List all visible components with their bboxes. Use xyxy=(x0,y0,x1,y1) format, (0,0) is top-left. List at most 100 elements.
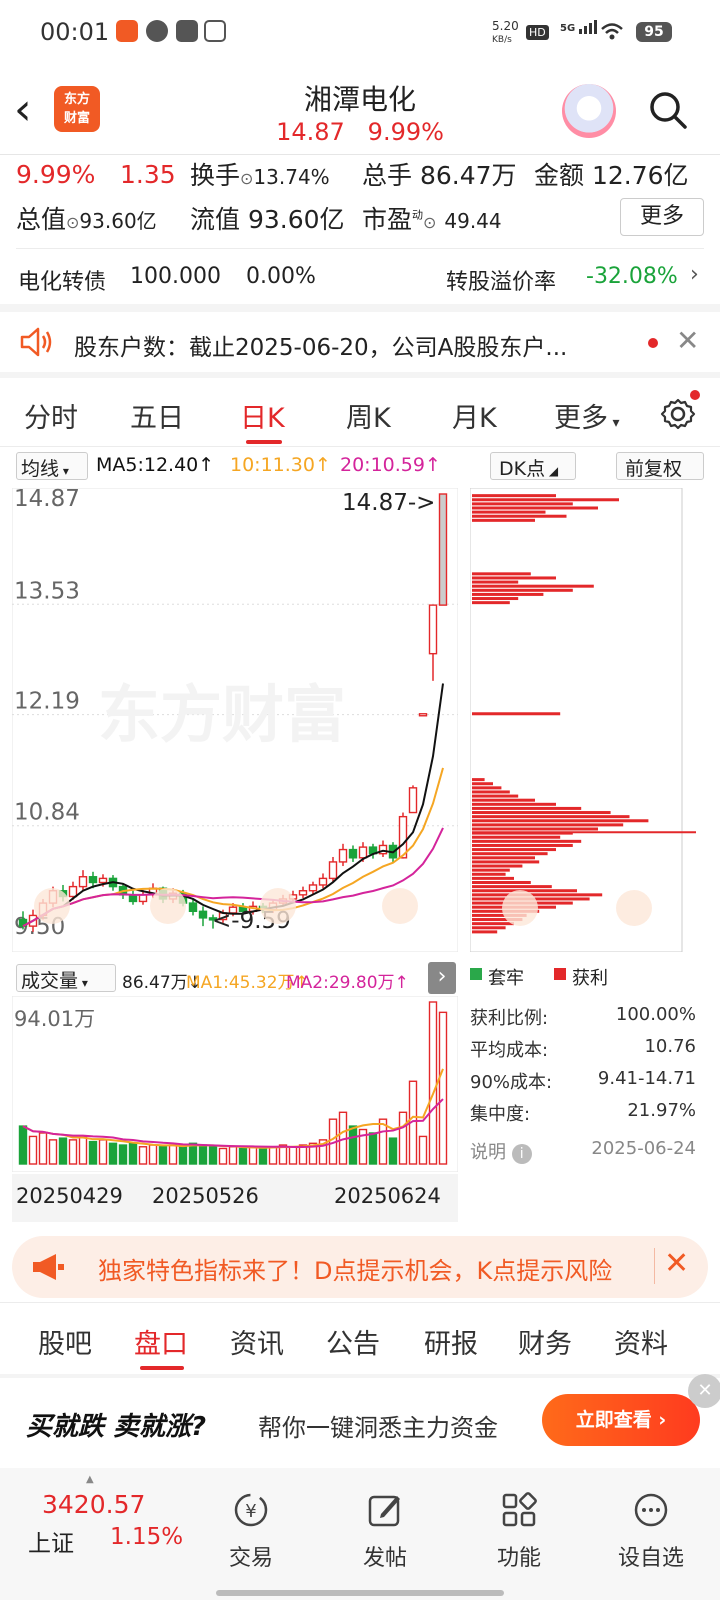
convertible-bond-row[interactable]: 电化转债 100.000 0.00% 转股溢价率 -32.08% › xyxy=(0,250,720,304)
volume-bar xyxy=(138,1146,148,1165)
tab-announcements[interactable]: 公告 xyxy=(326,1322,380,1361)
candle-body xyxy=(98,877,108,884)
tab-finance[interactable]: 财务 xyxy=(518,1322,572,1361)
search-icon[interactable] xyxy=(648,90,688,130)
volume-bar xyxy=(128,1142,138,1165)
volume-select[interactable]: 成交量 ▾ xyxy=(16,964,116,992)
note-label[interactable]: 说明 i xyxy=(470,1138,532,1164)
nav-label: 设自选 xyxy=(617,1546,684,1571)
chip-bar xyxy=(472,514,567,518)
svg-text:¥: ¥ xyxy=(245,1501,256,1522)
adjust-select[interactable]: 前复权 xyxy=(616,452,704,480)
mail-icon xyxy=(176,20,198,42)
tab-weekly-k[interactable]: 周K xyxy=(346,396,391,435)
index-pct: 1.15% xyxy=(110,1524,184,1550)
volume-bar xyxy=(118,1144,128,1165)
chip-bar xyxy=(472,885,552,889)
date-label: 20250526 xyxy=(152,1184,259,1208)
app-notification-icon xyxy=(146,20,168,42)
kline-chart[interactable]: 东方财富14.8713.5312.1910.849.5014.87-><-9.5… xyxy=(12,488,458,952)
chip-bar xyxy=(472,827,598,831)
bond-pct: 0.00% xyxy=(246,264,316,289)
info-icon[interactable]: ⊙ xyxy=(66,213,79,232)
cost90-label: 90%成本: xyxy=(470,1072,553,1093)
chip-bar xyxy=(472,518,535,522)
candle-body xyxy=(348,848,358,859)
close-icon[interactable]: ✕ xyxy=(688,1374,720,1408)
divider xyxy=(0,1374,720,1378)
notice-bar[interactable]: 股东户数：截止2025-06-20，公司A股股东户... ✕ xyxy=(0,310,720,374)
candle-body xyxy=(88,876,98,884)
tab-daily-k[interactable]: 日K xyxy=(240,396,285,435)
expand-arrow-icon[interactable]: › xyxy=(428,962,456,994)
index-ticker[interactable]: ▲ 3420.57 上证 1.15% xyxy=(20,1468,190,1578)
nav-trade[interactable]: ¥ 交易 xyxy=(206,1478,296,1572)
ad-view-button[interactable]: 立即查看 › xyxy=(542,1394,700,1446)
tab-intraday[interactable]: 分时 xyxy=(24,396,78,435)
chip-bar xyxy=(472,835,561,839)
chip-bar xyxy=(472,856,535,860)
premium-value: -32.08% xyxy=(586,264,678,289)
scroll-left-button xyxy=(502,890,538,926)
date-axis: 20250429 20250526 20250624 xyxy=(12,1174,458,1222)
date-label: 20250429 xyxy=(16,1184,123,1208)
nav-label: 功能 xyxy=(496,1546,541,1571)
info-icon[interactable]: i xyxy=(511,1144,532,1164)
index-value: 3420.57 xyxy=(42,1490,146,1519)
chip-bar xyxy=(472,597,519,601)
tab-guba[interactable]: 股吧 xyxy=(38,1322,92,1361)
turnover-value: 13.74% xyxy=(253,165,330,189)
tab-pankou[interactable]: 盘口 xyxy=(134,1322,188,1361)
chip-bar xyxy=(472,880,531,884)
volume-chart[interactable]: 94.01万 xyxy=(12,996,458,1172)
info-icon[interactable]: ⊙ xyxy=(423,213,436,232)
active-tab-underline xyxy=(140,1366,184,1370)
chip-bar xyxy=(472,584,594,588)
nav-add-favorite[interactable]: 设自选 xyxy=(606,1478,696,1572)
chip-bar xyxy=(472,930,498,934)
volume-bar xyxy=(28,1135,38,1165)
tab-news[interactable]: 资讯 xyxy=(230,1322,284,1361)
profit-ratio-label: 获利比例: xyxy=(470,1008,549,1029)
wifi-icon xyxy=(600,22,624,43)
candle-body xyxy=(298,890,308,896)
info-icon[interactable]: ⊙ xyxy=(240,169,253,188)
dk-marker xyxy=(150,888,186,924)
home-indicator xyxy=(216,1590,504,1596)
tab-research[interactable]: 研报 xyxy=(424,1322,478,1361)
nav-functions[interactable]: 功能 xyxy=(474,1478,564,1572)
chip-bar xyxy=(472,872,506,876)
close-icon[interactable]: ✕ xyxy=(676,324,699,357)
edit-icon xyxy=(368,1495,400,1527)
tab-more[interactable]: 更多 ▾ xyxy=(554,396,619,435)
app-notification-icon xyxy=(116,20,138,42)
concentration-value: 21.97% xyxy=(627,1100,696,1121)
mktcap-label: 总值 xyxy=(16,205,67,234)
chip-bar xyxy=(472,778,485,782)
volume-bar xyxy=(98,1139,108,1165)
assistant-robot-icon[interactable] xyxy=(562,84,616,138)
volume-value: 86.47万 xyxy=(419,161,517,190)
chip-bar xyxy=(472,860,540,864)
tab-profile[interactable]: 资料 xyxy=(614,1322,668,1361)
tab-monthly-k[interactable]: 月K xyxy=(452,396,497,435)
volume-bar xyxy=(238,1147,248,1165)
ad-banner[interactable]: 买就跌 卖就涨? 帮你一键洞悉主力资金 立即查看 › ✕ xyxy=(0,1374,720,1466)
float-label: 流值 xyxy=(190,205,241,234)
close-icon[interactable]: ✕ xyxy=(664,1246,689,1281)
candle-body xyxy=(428,604,438,655)
nav-post[interactable]: 发帖 xyxy=(340,1478,430,1572)
chip-distribution-chart[interactable] xyxy=(470,488,698,952)
more-details-button[interactable]: 更多 xyxy=(620,198,704,236)
chip-bar xyxy=(472,922,514,926)
ma10-value: 10:11.30↑ xyxy=(230,454,331,476)
chip-bar xyxy=(472,580,519,584)
tab-five-day[interactable]: 五日 xyxy=(130,396,184,435)
vol-ma2: MA2:29.80万↑ xyxy=(286,973,409,993)
ma-select[interactable]: 均线 ▾ xyxy=(16,452,88,480)
promo-banner[interactable]: 独家特色指标来了！D点提示机会，K点提示风险 ✕ xyxy=(12,1236,708,1298)
dk-point-select[interactable]: DK点 ◢ xyxy=(490,452,576,480)
divider xyxy=(0,154,720,155)
indicator-row: 均线 ▾ MA5:12.40↑ 10:11.30↑ 20:10.59↑ DK点 … xyxy=(0,450,720,484)
divider xyxy=(0,1302,720,1303)
